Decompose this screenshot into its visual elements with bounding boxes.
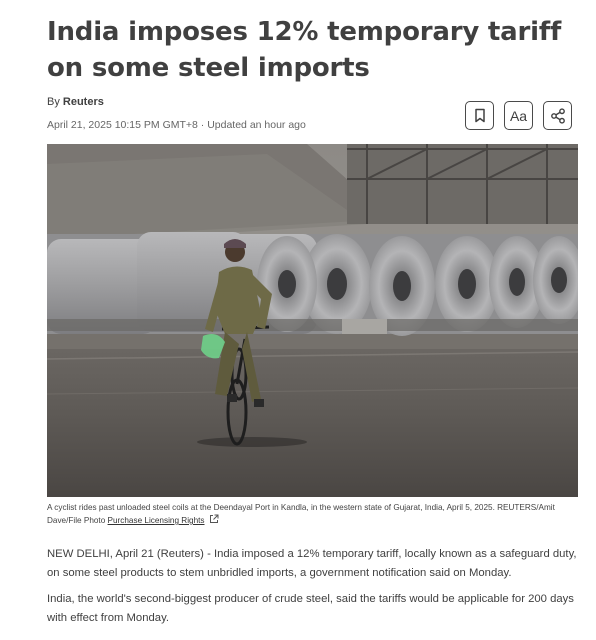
text-size-label: Aa: [509, 107, 528, 124]
share-button[interactable]: [543, 101, 572, 130]
article-paragraph: India, the world's second-biggest produc…: [47, 593, 574, 624]
article-dateline: April 21, 2025 10:15 PM GMT+8 · Updated …: [47, 119, 306, 131]
article-headline: India imposes 12% temporary tariff on so…: [47, 17, 562, 83]
article-photo: [47, 144, 578, 497]
steel-coils-cyclist-photo: [47, 144, 578, 497]
share-icon: [550, 107, 565, 124]
byline: By Reuters: [47, 96, 104, 108]
article-toolbar: Aa: [465, 101, 572, 130]
byline-prefix: By: [47, 96, 60, 108]
photo-caption: A cyclist rides past unloaded steel coil…: [47, 502, 581, 527]
bookmark-button[interactable]: [465, 101, 494, 130]
article-paragraph: NEW DELHI, April 21 (Reuters) - India im…: [47, 548, 577, 579]
bookmark-icon: [474, 108, 485, 123]
text-size-button[interactable]: Aa: [504, 101, 533, 130]
external-link-icon[interactable]: [209, 514, 219, 524]
author-link[interactable]: Reuters: [63, 96, 104, 108]
purchase-licensing-link[interactable]: Purchase Licensing Rights: [108, 516, 205, 525]
